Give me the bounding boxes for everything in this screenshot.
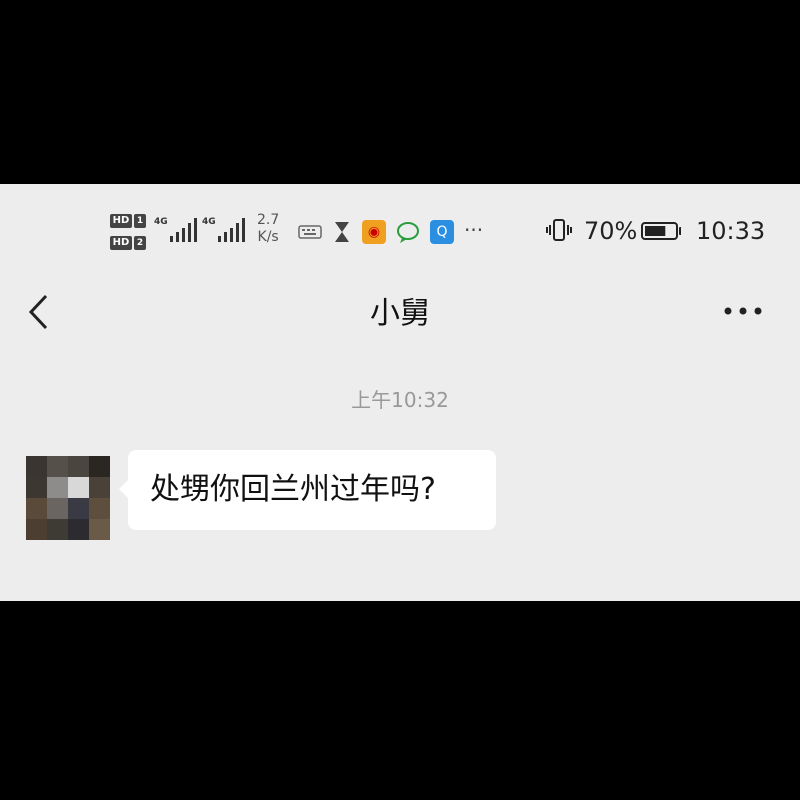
message-timestamp: 上午10:32 [351, 388, 449, 412]
chat-bubble-icon [397, 222, 419, 243]
sim1-indicator: HD 1 [110, 214, 146, 230]
message-bubble[interactable]: 处甥你回兰州过年吗? [119, 450, 496, 530]
more-dots-icon[interactable] [722, 304, 764, 318]
signal-bars-icon [218, 218, 245, 242]
sim-indicators: HD 1 HD 2 [110, 214, 146, 254]
network-speed: 2.7 K/s [257, 212, 279, 246]
search-app-icon: Q [430, 220, 454, 244]
status-time: 10:33 [696, 217, 766, 245]
hd1-badge: HD [110, 214, 132, 228]
message-text: 处甥你回兰州过年吗? [150, 472, 436, 507]
pixelated-avatar-image [26, 456, 110, 540]
sim2-indicator: HD 2 [110, 236, 146, 252]
avatar[interactable] [26, 456, 110, 540]
sim2-number: 2 [134, 236, 146, 250]
phone-screen: HD 1 HD 2 4G 4G 2.7 K/s ◉ Q ··· 70% 10:3… [0, 184, 800, 601]
signal-bars-icon [170, 218, 197, 242]
chat-title: 小舅 [370, 296, 430, 331]
weibo-icon: ◉ [362, 220, 386, 244]
battery-percent: 70% [584, 217, 638, 245]
speed-unit: K/s [257, 229, 279, 245]
vibrate-icon [546, 219, 572, 241]
hourglass-icon [335, 222, 349, 242]
network-type-1: 4G [154, 217, 168, 227]
keyboard-icon [298, 225, 322, 239]
network-type-2: 4G [202, 217, 216, 227]
hd2-badge: HD [110, 236, 132, 250]
status-bar: HD 1 HD 2 4G 4G 2.7 K/s ◉ Q ··· 70% 10:3… [0, 184, 800, 284]
speed-value: 2.7 [257, 212, 280, 228]
sim1-number: 1 [134, 214, 146, 228]
battery-icon [641, 222, 681, 240]
signal-sim1: 4G [154, 214, 200, 244]
more-notifications-icon: ··· [464, 218, 484, 242]
signal-sim2: 4G [202, 214, 248, 244]
